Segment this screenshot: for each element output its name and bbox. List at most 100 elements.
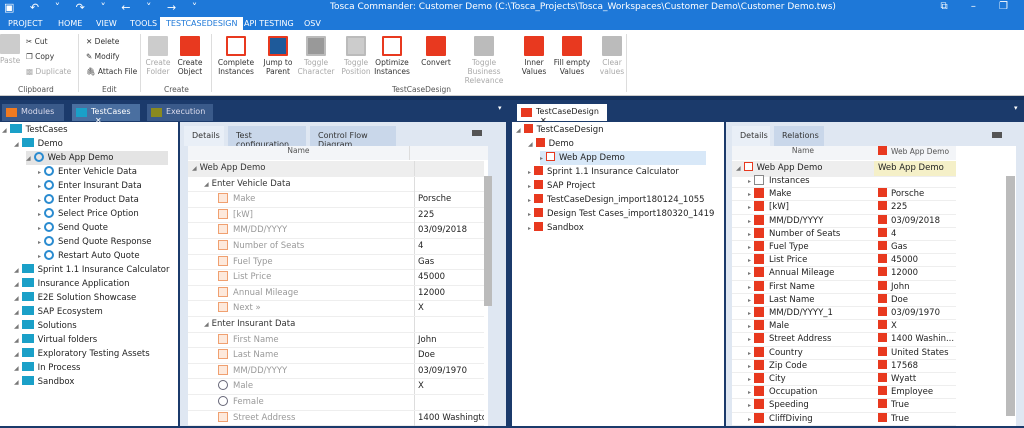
tree-item[interactable]: ◢Sandbox bbox=[14, 375, 74, 389]
create-folder-button[interactable]: Create Folder bbox=[143, 36, 173, 76]
expand-arrow-icon[interactable]: ▸ bbox=[528, 169, 531, 176]
toggle-character-button[interactable]: Toggle Character bbox=[296, 36, 336, 76]
value-cell[interactable]: Web App Demo bbox=[874, 161, 956, 176]
tree-item[interactable]: ▸Sandbox bbox=[528, 221, 584, 235]
column-header-instance[interactable]: Web App Demo bbox=[874, 146, 956, 160]
expand-arrow-icon[interactable]: ▸ bbox=[38, 197, 41, 204]
table-row[interactable]: Next »X bbox=[188, 301, 484, 317]
expand-arrow-icon[interactable]: ◢ bbox=[2, 127, 7, 134]
fill-empty-values-button[interactable]: Fill empty Values bbox=[552, 36, 592, 76]
expand-arrow-icon[interactable]: ◢ bbox=[14, 295, 19, 302]
table-row[interactable]: ▸CityWyatt bbox=[732, 373, 956, 386]
ribbon-tab-testcasedesign[interactable]: TESTCASEDESIGN bbox=[160, 17, 243, 30]
value-cell[interactable]: X bbox=[414, 379, 484, 394]
tree-item[interactable]: ◢TestCaseDesign bbox=[516, 123, 604, 137]
tree-item[interactable]: ◢Demo bbox=[14, 137, 63, 151]
value-cell[interactable]: 03/09/1970 bbox=[414, 364, 484, 379]
tree-item[interactable]: ▸Send Quote bbox=[38, 221, 108, 235]
value-cell[interactable] bbox=[414, 395, 484, 410]
table-row[interactable]: List Price45000 bbox=[188, 270, 484, 286]
expand-arrow-icon[interactable]: ◢ bbox=[192, 165, 197, 172]
table-row[interactable]: ▸MM/DD/YYYY_103/09/1970 bbox=[732, 307, 956, 320]
inner-values-button[interactable]: Inner Values bbox=[514, 36, 554, 76]
table-row[interactable]: ▸Number of Seats4 bbox=[732, 228, 956, 241]
table-row[interactable]: ▸CountryUnited States bbox=[732, 347, 956, 360]
attach-file-button[interactable]: 🖇 Attach File bbox=[86, 67, 137, 76]
expand-arrow-icon[interactable]: ▸ bbox=[38, 253, 41, 260]
tree-item[interactable]: ▸SAP Project bbox=[528, 179, 595, 193]
delete-button[interactable]: ✕ Delete bbox=[86, 37, 119, 46]
expand-arrow-icon[interactable]: ◢ bbox=[14, 323, 19, 330]
expand-arrow-icon[interactable]: ▸ bbox=[38, 183, 41, 190]
table-row[interactable]: ▸[kW]225 bbox=[732, 201, 956, 214]
tab-details[interactable]: Details bbox=[184, 126, 224, 146]
vertical-scrollbar[interactable] bbox=[484, 176, 492, 306]
expand-arrow-icon[interactable]: ◢ bbox=[204, 321, 209, 328]
expand-arrow-icon[interactable]: ▸ bbox=[748, 218, 751, 225]
tree-item[interactable]: ▸Select Price Option bbox=[38, 207, 139, 221]
expand-arrow-icon[interactable]: ◢ bbox=[14, 281, 19, 288]
print-icon[interactable] bbox=[992, 132, 1002, 138]
table-row[interactable]: Street Address1400 Washington S bbox=[188, 411, 484, 427]
expand-arrow-icon[interactable]: ▸ bbox=[748, 389, 751, 396]
tree-item[interactable]: ◢E2E Solution Showcase bbox=[14, 291, 136, 305]
jump-to-parent-button[interactable]: Jump to Parent bbox=[258, 36, 298, 76]
table-row[interactable]: MaleX bbox=[188, 379, 484, 395]
value-cell[interactable] bbox=[414, 161, 484, 176]
expand-arrow-icon[interactable]: ▸ bbox=[748, 191, 751, 198]
expand-arrow-icon[interactable]: ◢ bbox=[528, 141, 533, 148]
expand-arrow-icon[interactable]: ▸ bbox=[528, 197, 531, 204]
tree-item[interactable]: ▸Restart Auto Quote bbox=[38, 249, 140, 263]
ribbon-tab-osv[interactable]: OSV bbox=[298, 17, 327, 30]
table-row[interactable]: ◢Enter Vehicle Data bbox=[188, 177, 484, 193]
value-cell[interactable]: 1400 Washington S bbox=[414, 411, 484, 426]
table-row[interactable]: MM/DD/YYYY03/09/2018 bbox=[188, 223, 484, 239]
tab-modules[interactable]: Modules bbox=[2, 104, 64, 121]
expand-arrow-icon[interactable]: ◢ bbox=[14, 141, 19, 148]
modify-button[interactable]: ✎ Modify bbox=[86, 52, 120, 61]
expand-arrow-icon[interactable]: ▸ bbox=[748, 376, 751, 383]
expand-arrow-icon[interactable]: ▸ bbox=[528, 211, 531, 218]
tab-relations[interactable]: Relations bbox=[774, 126, 824, 146]
tree-item[interactable]: ◢In Process bbox=[14, 361, 80, 375]
tab-testcases[interactable]: TestCases ✕ bbox=[72, 104, 140, 121]
copy-button[interactable]: ❐ Copy bbox=[26, 52, 54, 61]
value-cell[interactable]: 03/09/2018 bbox=[414, 223, 484, 238]
table-row[interactable]: ◢Web App Demo bbox=[188, 161, 484, 177]
tree-item[interactable]: ▸Web App Demo bbox=[540, 151, 706, 165]
tree-item[interactable]: ◢Virtual folders bbox=[14, 333, 97, 347]
tree-item[interactable]: ◢Exploratory Testing Assets bbox=[14, 347, 150, 361]
value-cell[interactable]: Porsche bbox=[414, 192, 484, 207]
tree-item[interactable]: ◢Insurance Application bbox=[14, 277, 130, 291]
table-row[interactable]: Number of Seats4 bbox=[188, 239, 484, 255]
expand-arrow-icon[interactable]: ▸ bbox=[748, 310, 751, 317]
table-row[interactable]: [kW]225 bbox=[188, 208, 484, 224]
expand-arrow-icon[interactable]: ▸ bbox=[748, 402, 751, 409]
table-row[interactable]: ▸Last NameDoe bbox=[732, 294, 956, 307]
duplicate-button[interactable]: ▩ Duplicate bbox=[26, 67, 71, 76]
ribbon-tab-home[interactable]: HOME bbox=[52, 17, 88, 30]
table-row[interactable]: First NameJohn bbox=[188, 333, 484, 349]
tree-item[interactable]: ▸Enter Insurant Data bbox=[38, 179, 142, 193]
ribbon-tab-view[interactable]: VIEW bbox=[90, 17, 123, 30]
tree-item[interactable]: ◢SAP Ecosystem bbox=[14, 305, 103, 319]
expand-arrow-icon[interactable]: ▸ bbox=[748, 297, 751, 304]
value-cell[interactable]: John bbox=[414, 333, 484, 348]
paste-button[interactable]: Paste bbox=[0, 34, 20, 65]
value-cell[interactable]: 225 bbox=[414, 208, 484, 223]
table-row[interactable]: ▸MaleX bbox=[732, 320, 956, 333]
table-row[interactable]: ▸Annual Mileage12000 bbox=[732, 267, 956, 280]
expand-arrow-icon[interactable]: ▸ bbox=[748, 270, 751, 277]
expand-arrow-icon[interactable]: ▸ bbox=[38, 211, 41, 218]
tab-test-configuration[interactable]: Test configuration bbox=[228, 126, 306, 146]
expand-arrow-icon[interactable]: ▸ bbox=[38, 169, 41, 176]
value-cell[interactable]: Doe bbox=[414, 348, 484, 363]
table-row[interactable]: Last NameDoe bbox=[188, 348, 484, 364]
expand-arrow-icon[interactable]: ◢ bbox=[26, 155, 31, 162]
tab-execution[interactable]: Execution bbox=[147, 104, 213, 121]
complete-instances-button[interactable]: Complete Instances bbox=[216, 36, 256, 76]
table-row[interactable]: ▸Fuel TypeGas bbox=[732, 241, 956, 254]
table-row[interactable]: ▸SpeedingTrue bbox=[732, 399, 956, 412]
clear-values-button[interactable]: Clear values bbox=[592, 36, 632, 76]
expand-arrow-icon[interactable]: ▸ bbox=[748, 323, 751, 330]
